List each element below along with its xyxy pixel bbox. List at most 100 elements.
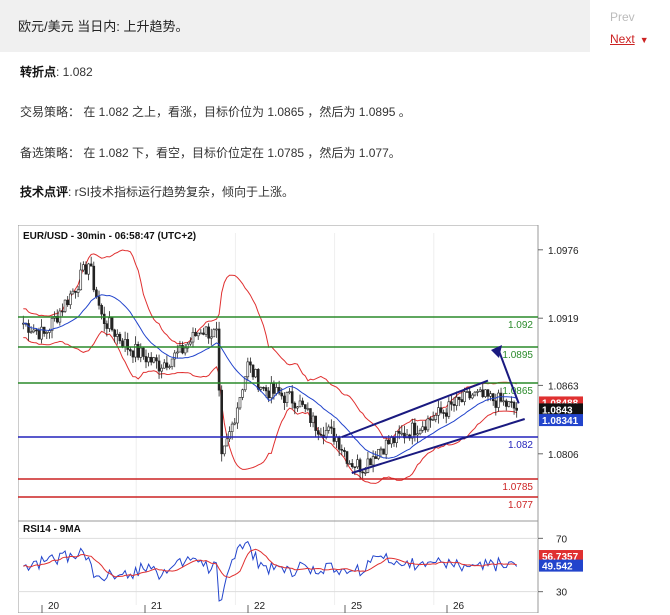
time-tick-label: 26 <box>453 601 465 612</box>
prev-link[interactable]: Prev <box>610 10 635 24</box>
rsi-title: RSI14 - 9MA <box>23 524 81 535</box>
candle-body <box>379 448 383 451</box>
candle-body <box>40 326 43 340</box>
candle-body <box>494 400 498 408</box>
candle-body <box>131 350 135 358</box>
candle-body <box>309 408 312 423</box>
level-label: 1.0785 <box>502 482 533 493</box>
candle-body <box>447 401 451 417</box>
candle-body <box>434 415 438 420</box>
candle-body <box>82 264 85 271</box>
candle-body <box>267 390 270 399</box>
candle-body <box>343 450 346 452</box>
candle-body <box>230 423 234 432</box>
candle-body <box>460 399 464 402</box>
candle-body <box>152 357 156 363</box>
candle-body <box>410 422 414 439</box>
candle-body <box>356 459 359 468</box>
candle-body <box>400 432 404 435</box>
candle-body <box>32 329 36 333</box>
candle-body <box>259 387 263 390</box>
comment-label: 技术点评 <box>20 185 69 199</box>
candle-body <box>254 369 257 378</box>
candle-body <box>455 396 458 406</box>
candle-body <box>126 339 130 350</box>
candle-body <box>306 408 310 410</box>
level-label: 1.0865 <box>502 386 533 397</box>
candle-body <box>144 356 148 363</box>
candle-body <box>298 400 302 408</box>
candle-body <box>118 333 122 342</box>
candle-body <box>366 458 370 473</box>
candle-body <box>249 361 252 366</box>
candle-body <box>196 332 200 337</box>
rsi-tick-label: 30 <box>556 588 568 599</box>
candle-body <box>207 326 210 339</box>
chart-frame <box>18 225 539 613</box>
candle-body <box>76 289 80 293</box>
strategy-line: 交易策略： 在 1.082 之上，看涨，目标价位为 1.0865 ，然后为 1.… <box>20 105 411 119</box>
candle-body <box>102 313 106 324</box>
level-label: 1.092 <box>508 320 533 331</box>
candle-body <box>285 392 289 403</box>
candle-body <box>457 396 461 400</box>
time-tick-label: 21 <box>151 601 163 612</box>
chevron-down-icon: ▼ <box>639 35 649 45</box>
candle-body <box>168 366 171 368</box>
candle-body <box>160 367 163 372</box>
candle-body <box>311 415 315 423</box>
chart-title: EUR/USD - 30min - 06:58:47 (UTC+2) <box>23 231 196 242</box>
candle-body <box>165 362 169 368</box>
candle-body <box>202 332 205 335</box>
candle-body <box>115 333 119 337</box>
candle-body <box>212 329 216 338</box>
candle-body <box>280 392 284 397</box>
candle-body <box>491 393 495 402</box>
candle-body <box>183 347 187 354</box>
price-tick-label: 1.0806 <box>548 450 579 461</box>
candle-body <box>37 330 41 340</box>
candle-body <box>155 357 158 362</box>
candle-body <box>162 362 166 369</box>
eurusd-chart: 1.092 1.0895 1.0865 1.082 1.0785 1.077 EUR/US… <box>18 225 583 613</box>
time-tick-label: 25 <box>351 601 363 612</box>
price-badges: 1.084881.08431.0834156.735749.542 <box>539 396 583 573</box>
candle-body <box>61 310 64 313</box>
candle-body <box>481 389 485 397</box>
rsi-badge-label: 49.542 <box>542 562 573 573</box>
candle-body <box>223 445 226 455</box>
price-tick-label: 1.0919 <box>548 314 579 325</box>
level-label: 1.082 <box>508 440 533 451</box>
time-tick-label: 20 <box>48 601 60 612</box>
pager: Prev Next ▼ <box>600 0 670 60</box>
candle-body <box>515 407 518 411</box>
candle-body <box>238 397 242 409</box>
candle-body <box>507 401 511 407</box>
candle-body <box>421 426 425 431</box>
candle-body <box>353 466 357 469</box>
candle-body <box>283 395 286 403</box>
candle-body <box>108 317 111 329</box>
candle-body <box>437 407 440 416</box>
candle-body <box>350 463 354 468</box>
candle-body <box>220 389 224 455</box>
candle-body <box>256 369 260 390</box>
candle-body <box>129 349 132 352</box>
candle-body <box>452 403 456 406</box>
candle-body <box>377 449 380 459</box>
pivot-value: : 1.082 <box>56 65 93 79</box>
page-title: 欧元/美元 当日内: 上升趋势。 <box>18 19 189 34</box>
next-link[interactable]: Next ▼ <box>610 32 649 46</box>
candle-body <box>429 418 432 421</box>
candle-body <box>290 391 294 404</box>
candle-body <box>468 391 472 399</box>
candle-body <box>478 389 482 392</box>
alternative-line: 备选策略： 在 1.082 下，看空，目标价位定在 1.0785 ，然后为 1.… <box>20 146 401 160</box>
candle-body <box>392 437 396 444</box>
time-tick-label: 22 <box>254 601 266 612</box>
candle-body <box>233 422 237 425</box>
next-label: Next <box>610 32 635 46</box>
candle-body <box>110 317 114 331</box>
candle-body <box>241 389 244 398</box>
candle-body <box>502 400 505 403</box>
